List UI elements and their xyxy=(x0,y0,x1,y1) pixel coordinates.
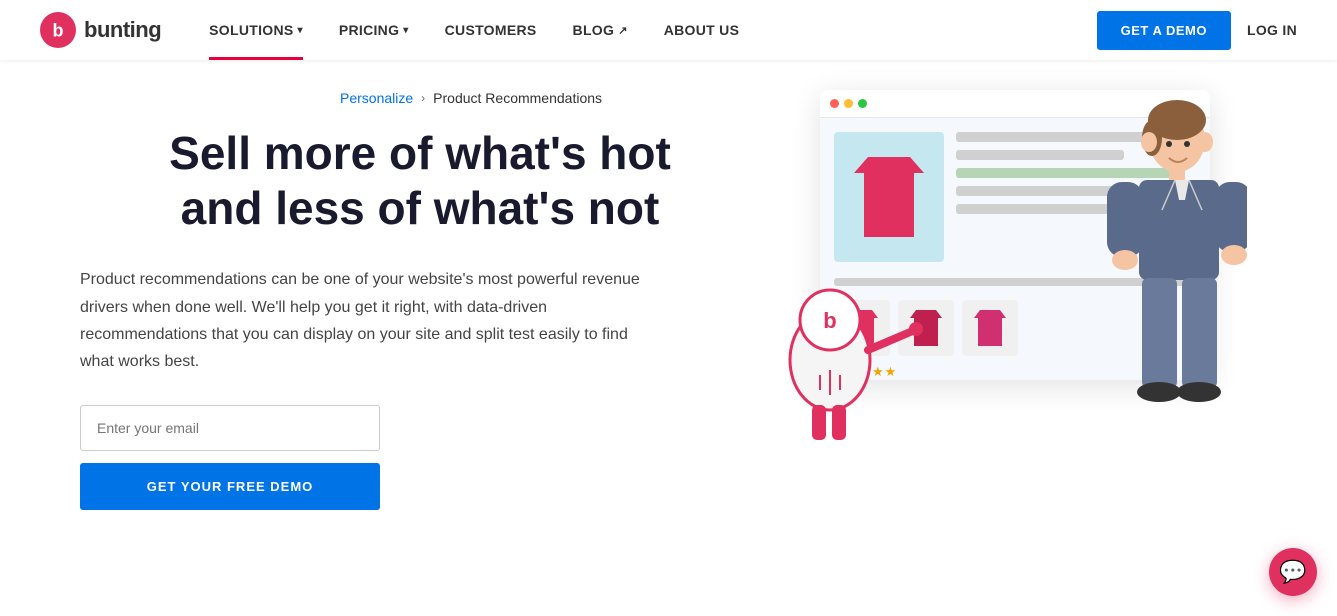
breadcrumb-current: Product Recommendations xyxy=(433,90,602,106)
free-demo-button[interactable]: GET YOUR FREE DEMO xyxy=(80,463,380,510)
email-form: GET YOUR FREE DEMO xyxy=(80,405,380,510)
main-content: Personalize › Product Recommendations Se… xyxy=(0,80,1337,510)
get-demo-button[interactable]: GET A DEMO xyxy=(1097,11,1231,50)
rec-tshirt-3-icon xyxy=(974,310,1006,346)
hero-description: Product recommendations can be one of yo… xyxy=(80,266,640,375)
blog-external-icon: ↗ xyxy=(618,24,628,37)
left-content: Personalize › Product Recommendations Se… xyxy=(80,80,760,510)
chat-bubble[interactable]: 💬 xyxy=(1269,548,1317,596)
breadcrumb-personalize-link[interactable]: Personalize xyxy=(340,90,413,106)
svg-text:b: b xyxy=(53,21,64,41)
pricing-chevron-icon: ▾ xyxy=(403,25,408,36)
breadcrumb: Personalize › Product Recommendations xyxy=(80,90,760,106)
navbar: b bunting SOLUTIONS ▾ PRICING ▾ CUSTOMER… xyxy=(0,0,1337,60)
svg-text:b: b xyxy=(823,308,836,333)
nav-right: GET A DEMO LOG IN xyxy=(1097,11,1297,50)
browser-dot-green xyxy=(858,99,867,108)
person-illustration xyxy=(1087,90,1247,470)
logo-link[interactable]: b bunting xyxy=(40,12,161,48)
nav-about[interactable]: ABOUT US xyxy=(646,0,758,60)
login-button[interactable]: LOG IN xyxy=(1247,22,1297,38)
breadcrumb-separator: › xyxy=(421,91,425,105)
nav-solutions[interactable]: SOLUTIONS ▾ xyxy=(191,0,321,60)
right-illustration: ★★★★★ ★★★★★ b xyxy=(760,70,1257,510)
nav-links: SOLUTIONS ▾ PRICING ▾ CUSTOMERS BLOG ↗ A… xyxy=(191,0,1096,60)
email-input[interactable] xyxy=(80,405,380,451)
chat-icon: 💬 xyxy=(1279,559,1306,585)
nav-blog[interactable]: BLOG ↗ xyxy=(555,0,646,60)
robot-illustration: b xyxy=(770,220,930,450)
brand-name: bunting xyxy=(84,17,161,43)
rec-item-3 xyxy=(962,300,1018,356)
nav-pricing[interactable]: PRICING ▾ xyxy=(321,0,427,60)
logo-icon: b xyxy=(40,12,76,48)
nav-customers[interactable]: CUSTOMERS xyxy=(427,0,555,60)
browser-dot-yellow xyxy=(844,99,853,108)
hero-title: Sell more of what's hot and less of what… xyxy=(80,126,760,236)
browser-dot-red xyxy=(830,99,839,108)
solutions-chevron-icon: ▾ xyxy=(298,25,303,36)
